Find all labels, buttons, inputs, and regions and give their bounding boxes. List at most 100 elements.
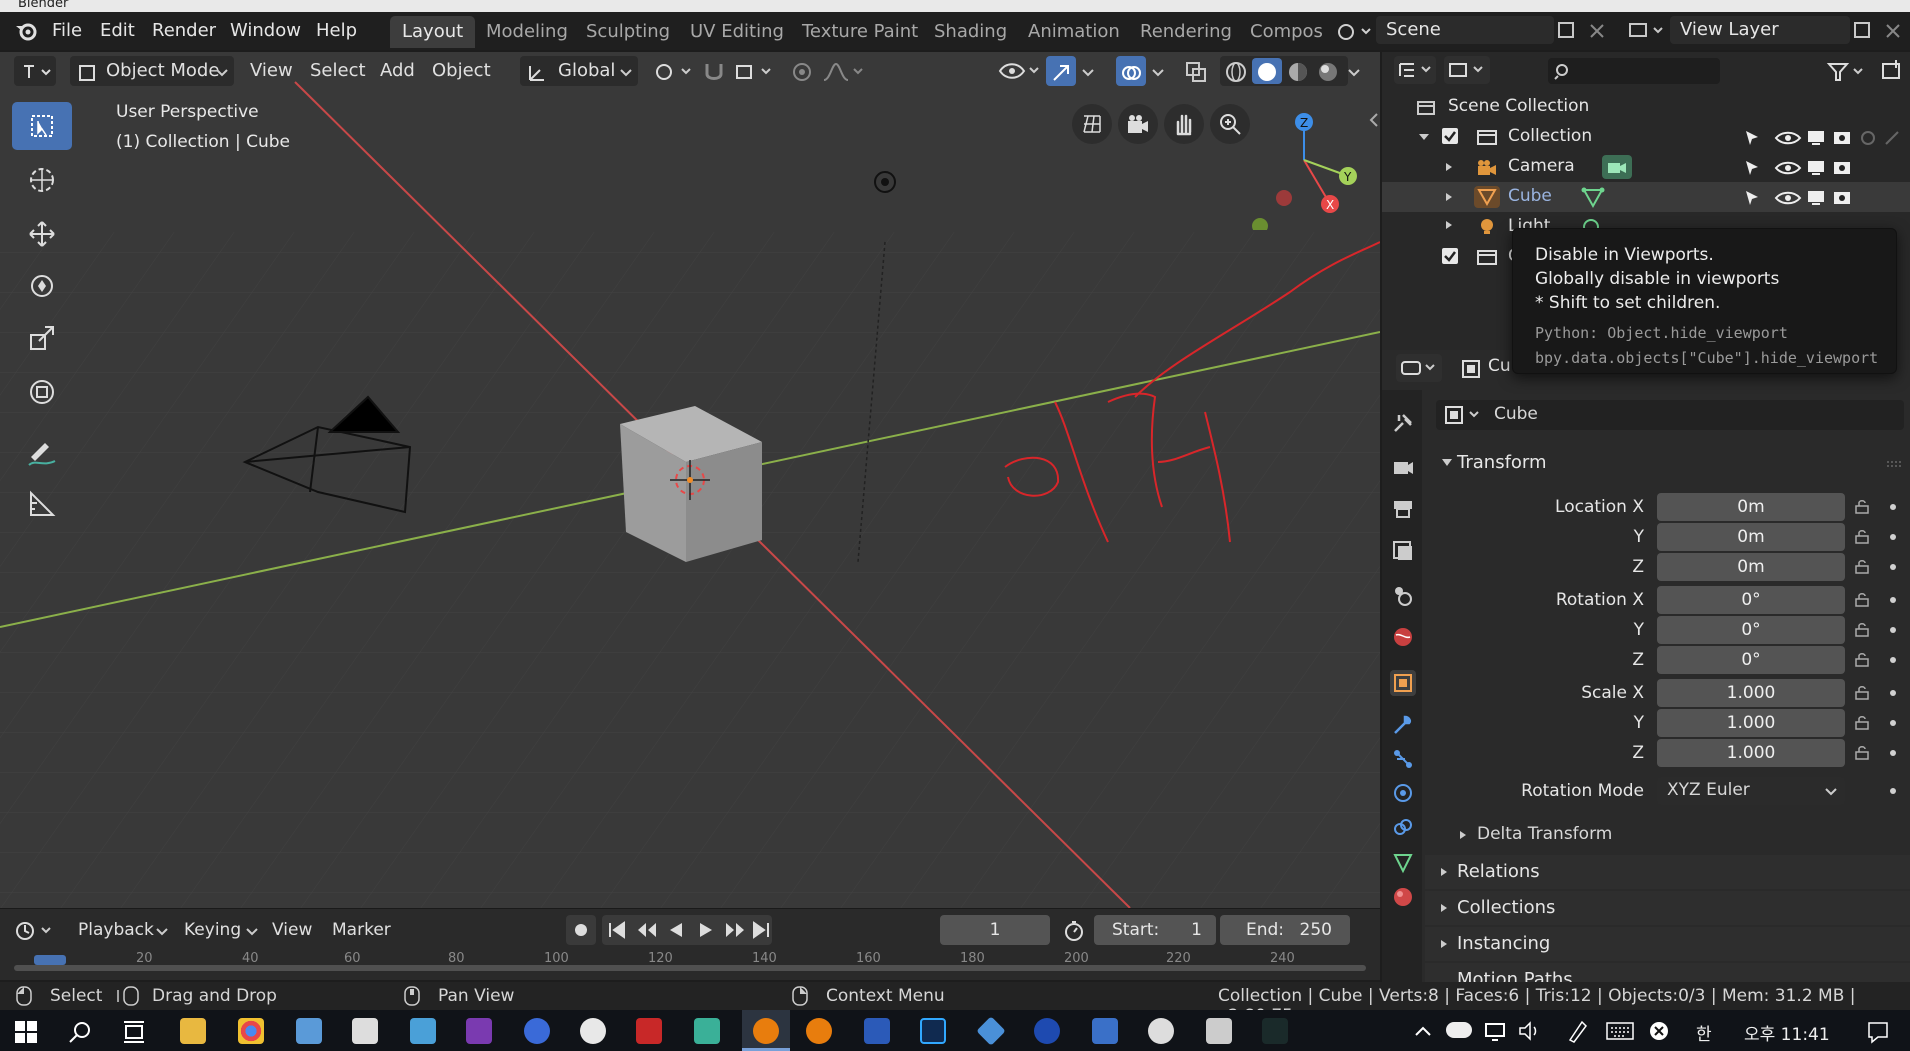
sync-app-icon[interactable]	[1206, 1018, 1232, 1044]
collections-panel-header[interactable]: Collections	[1425, 891, 1910, 925]
tool-cursor[interactable]	[12, 156, 72, 204]
tab-uv-editing[interactable]: UV Editing	[678, 16, 796, 48]
snap-target-icon[interactable]	[734, 60, 778, 84]
tool-select-box[interactable]	[12, 102, 72, 150]
menu-window[interactable]: Window	[222, 12, 309, 50]
tool-annotate[interactable]	[12, 428, 72, 476]
photoshop-icon[interactable]	[920, 1018, 946, 1044]
onedrive-icon[interactable]	[1446, 1022, 1472, 1038]
lock-icon[interactable]	[1855, 686, 1871, 700]
tab-world[interactable]	[1390, 624, 1416, 650]
lock-icon[interactable]	[1855, 500, 1871, 514]
keyframe-dot[interactable]	[1890, 504, 1896, 510]
blender-icon-2[interactable]	[806, 1018, 832, 1044]
snap-icon[interactable]	[702, 60, 726, 84]
window-app-icon[interactable]	[1092, 1018, 1118, 1044]
display-mode-selector[interactable]	[1444, 56, 1490, 84]
expand-arrow-icon[interactable]	[1444, 162, 1454, 172]
menu-edit[interactable]: Edit	[92, 12, 143, 50]
keyframe-dot[interactable]	[1890, 788, 1896, 794]
outliner-search-input[interactable]	[1548, 58, 1720, 84]
steam-like-icon[interactable]	[1148, 1018, 1174, 1044]
toggle-ortho-button[interactable]	[1072, 104, 1112, 144]
3d-viewport[interactable]: Object Mode View Select Add Object Globa…	[0, 52, 1380, 908]
playhead[interactable]	[34, 955, 66, 965]
outliner-row-camera[interactable]: Camera	[1382, 152, 1910, 182]
keyframe-dot[interactable]	[1890, 597, 1896, 603]
tool-measure[interactable]	[12, 480, 72, 528]
task-view-icon[interactable]	[122, 1020, 146, 1044]
lock-icon[interactable]	[1855, 746, 1871, 760]
outliner-row-collection[interactable]: Collection	[1382, 122, 1910, 152]
menu-timeline-view[interactable]: View	[264, 915, 320, 945]
location-y-field[interactable]: 0m	[1657, 523, 1845, 551]
close-view-layer-icon[interactable]	[1884, 22, 1902, 40]
volume-icon[interactable]	[1518, 1020, 1542, 1042]
relations-panel-header[interactable]: Relations	[1425, 855, 1910, 889]
collection-checkbox[interactable]	[1442, 128, 1458, 144]
outliner-row-cube[interactable]: Cube	[1382, 182, 1910, 212]
tool-rotate[interactable]	[12, 262, 72, 310]
keyframe-dot[interactable]	[1890, 564, 1896, 570]
dropbox-icon[interactable]	[976, 1016, 1006, 1046]
menu-file[interactable]: File	[44, 12, 90, 50]
navigation-gizmo[interactable]: Z X Y	[1250, 100, 1360, 230]
visibility-dropdown-icon[interactable]	[998, 58, 1042, 84]
new-collection-icon[interactable]	[1880, 58, 1906, 84]
scene-selector-icon[interactable]	[1334, 18, 1374, 44]
outliner-editor-type[interactable]	[1394, 56, 1436, 84]
tab-tool[interactable]	[1390, 410, 1416, 436]
play-reverse-icon[interactable]	[664, 919, 688, 941]
lock-icon[interactable]	[1855, 593, 1871, 607]
menu-view[interactable]: View	[242, 56, 301, 86]
rotation-x-field[interactable]: 0°	[1657, 586, 1845, 614]
scale-z-field[interactable]: 1.000	[1657, 739, 1845, 767]
tab-material[interactable]	[1390, 884, 1416, 910]
windows-start-icon[interactable]	[14, 1020, 38, 1044]
rotation-z-field[interactable]: 0°	[1657, 646, 1845, 674]
keyframe-dot[interactable]	[1890, 534, 1896, 540]
scene-name-field[interactable]: Scene	[1376, 16, 1554, 44]
zoom-view-button[interactable]	[1210, 104, 1250, 144]
chevron-down-icon[interactable]	[1348, 68, 1360, 78]
notes-app-icon[interactable]	[296, 1018, 322, 1044]
transform-panel-header[interactable]: Transform	[1425, 446, 1910, 480]
wireframe-shading-icon[interactable]	[1224, 60, 1248, 84]
tab-modifiers[interactable]	[1390, 712, 1416, 738]
menu-select[interactable]: Select	[302, 56, 374, 86]
menu-help[interactable]: Help	[308, 12, 365, 50]
menu-keying[interactable]: Keying	[176, 915, 249, 945]
menu-render[interactable]: Render	[144, 12, 224, 50]
word-icon[interactable]	[864, 1018, 890, 1044]
tab-output[interactable]	[1390, 496, 1416, 522]
photos-app-icon[interactable]	[410, 1018, 436, 1044]
tool-transform[interactable]	[12, 368, 72, 416]
new-scene-icon[interactable]	[1556, 20, 1578, 42]
clock[interactable]: 오후 11:41	[1744, 1020, 1830, 1045]
keyframe-dot[interactable]	[1890, 720, 1896, 726]
tab-object-data[interactable]	[1390, 850, 1416, 876]
keyframe-dot[interactable]	[1890, 750, 1896, 756]
start-frame-field[interactable]: Start: 1	[1094, 915, 1216, 945]
expand-arrow-icon[interactable]	[1444, 220, 1454, 230]
onenote-icon[interactable]	[466, 1018, 492, 1044]
fox-app-icon[interactable]	[1262, 1018, 1288, 1044]
tool-move[interactable]	[12, 210, 72, 258]
lock-icon[interactable]	[1855, 653, 1871, 667]
material-shading-icon[interactable]	[1286, 60, 1310, 84]
keyframe-dot[interactable]	[1890, 690, 1896, 696]
lock-icon[interactable]	[1855, 716, 1871, 730]
play-icon[interactable]	[694, 919, 718, 941]
camera-view-button[interactable]	[1118, 104, 1158, 144]
timeline-ruler[interactable]: 20 40 60 80 100 120 140 160 180 200 220 …	[14, 951, 1366, 973]
prev-keyframe-icon[interactable]	[634, 919, 660, 941]
power-app-icon[interactable]	[1034, 1018, 1060, 1044]
properties-editor-type[interactable]	[1396, 354, 1442, 382]
delta-transform-subpanel[interactable]: Delta Transform	[1455, 820, 1910, 850]
tab-texture-paint[interactable]: Texture Paint	[790, 16, 930, 48]
current-frame-field[interactable]: 1	[940, 915, 1050, 945]
lock-icon[interactable]	[1855, 560, 1871, 574]
red-app-icon[interactable]	[636, 1018, 662, 1044]
blender-logo-icon[interactable]	[14, 20, 38, 42]
view-layer-field[interactable]: View Layer	[1670, 16, 1850, 44]
